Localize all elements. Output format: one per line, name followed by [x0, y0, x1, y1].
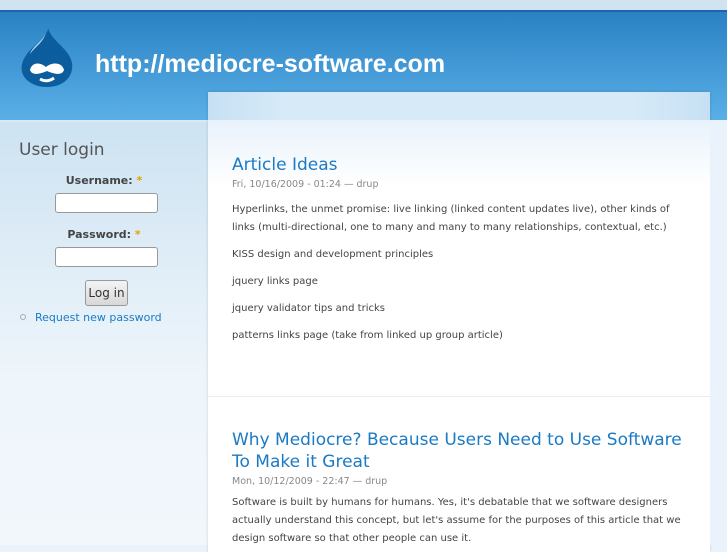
main-content: Article Ideas Fri, 10/16/2009 - 01:24 — …	[208, 92, 710, 552]
right-margin	[710, 120, 727, 545]
article-paragraph: jquery validator tips and tricks	[232, 303, 385, 314]
required-mark: *	[136, 174, 143, 187]
username-input[interactable]	[55, 193, 158, 213]
top-band	[0, 0, 727, 12]
article-meta: Mon, 10/12/2009 - 22:47 — drup	[232, 476, 388, 487]
password-label-text: Password:	[67, 228, 132, 241]
article-paragraph: patterns links page (take from linked up…	[232, 330, 503, 341]
login-button[interactable]: Log in	[85, 280, 128, 306]
required-mark: *	[134, 228, 141, 241]
site-name-link[interactable]: http://mediocre-software.com	[95, 50, 445, 79]
user-login-title: User login	[19, 140, 105, 160]
sidebar: User login Username: * Password: * Log i…	[0, 120, 208, 545]
article-paragraph: KISS design and development principles	[232, 249, 434, 260]
divider	[208, 396, 710, 397]
username-label: Username: *	[0, 174, 208, 187]
article-node: Article Ideas Fri, 10/16/2009 - 01:24 — …	[232, 154, 692, 345]
drupal-drop-icon[interactable]	[18, 26, 76, 88]
request-password-link[interactable]: Request new password	[35, 311, 162, 324]
article-meta: Fri, 10/16/2009 - 01:24 — drup	[232, 179, 379, 190]
article-title-link[interactable]: Why Mediocre? Because Users Need to Use …	[232, 430, 682, 472]
article-node: Why Mediocre? Because Users Need to Use …	[232, 429, 692, 548]
bullet-icon	[20, 314, 26, 320]
password-label: Password: *	[0, 228, 208, 241]
password-input[interactable]	[55, 247, 158, 267]
request-password-item: Request new password	[20, 311, 162, 324]
article-paragraph: jquery links page	[232, 276, 318, 287]
username-label-text: Username:	[65, 174, 133, 187]
article-paragraph: Hyperlinks, the unmet promise: live link…	[232, 204, 670, 233]
article-paragraph: Software is built by humans for humans. …	[232, 497, 681, 544]
article-title-link[interactable]: Article Ideas	[232, 155, 337, 175]
